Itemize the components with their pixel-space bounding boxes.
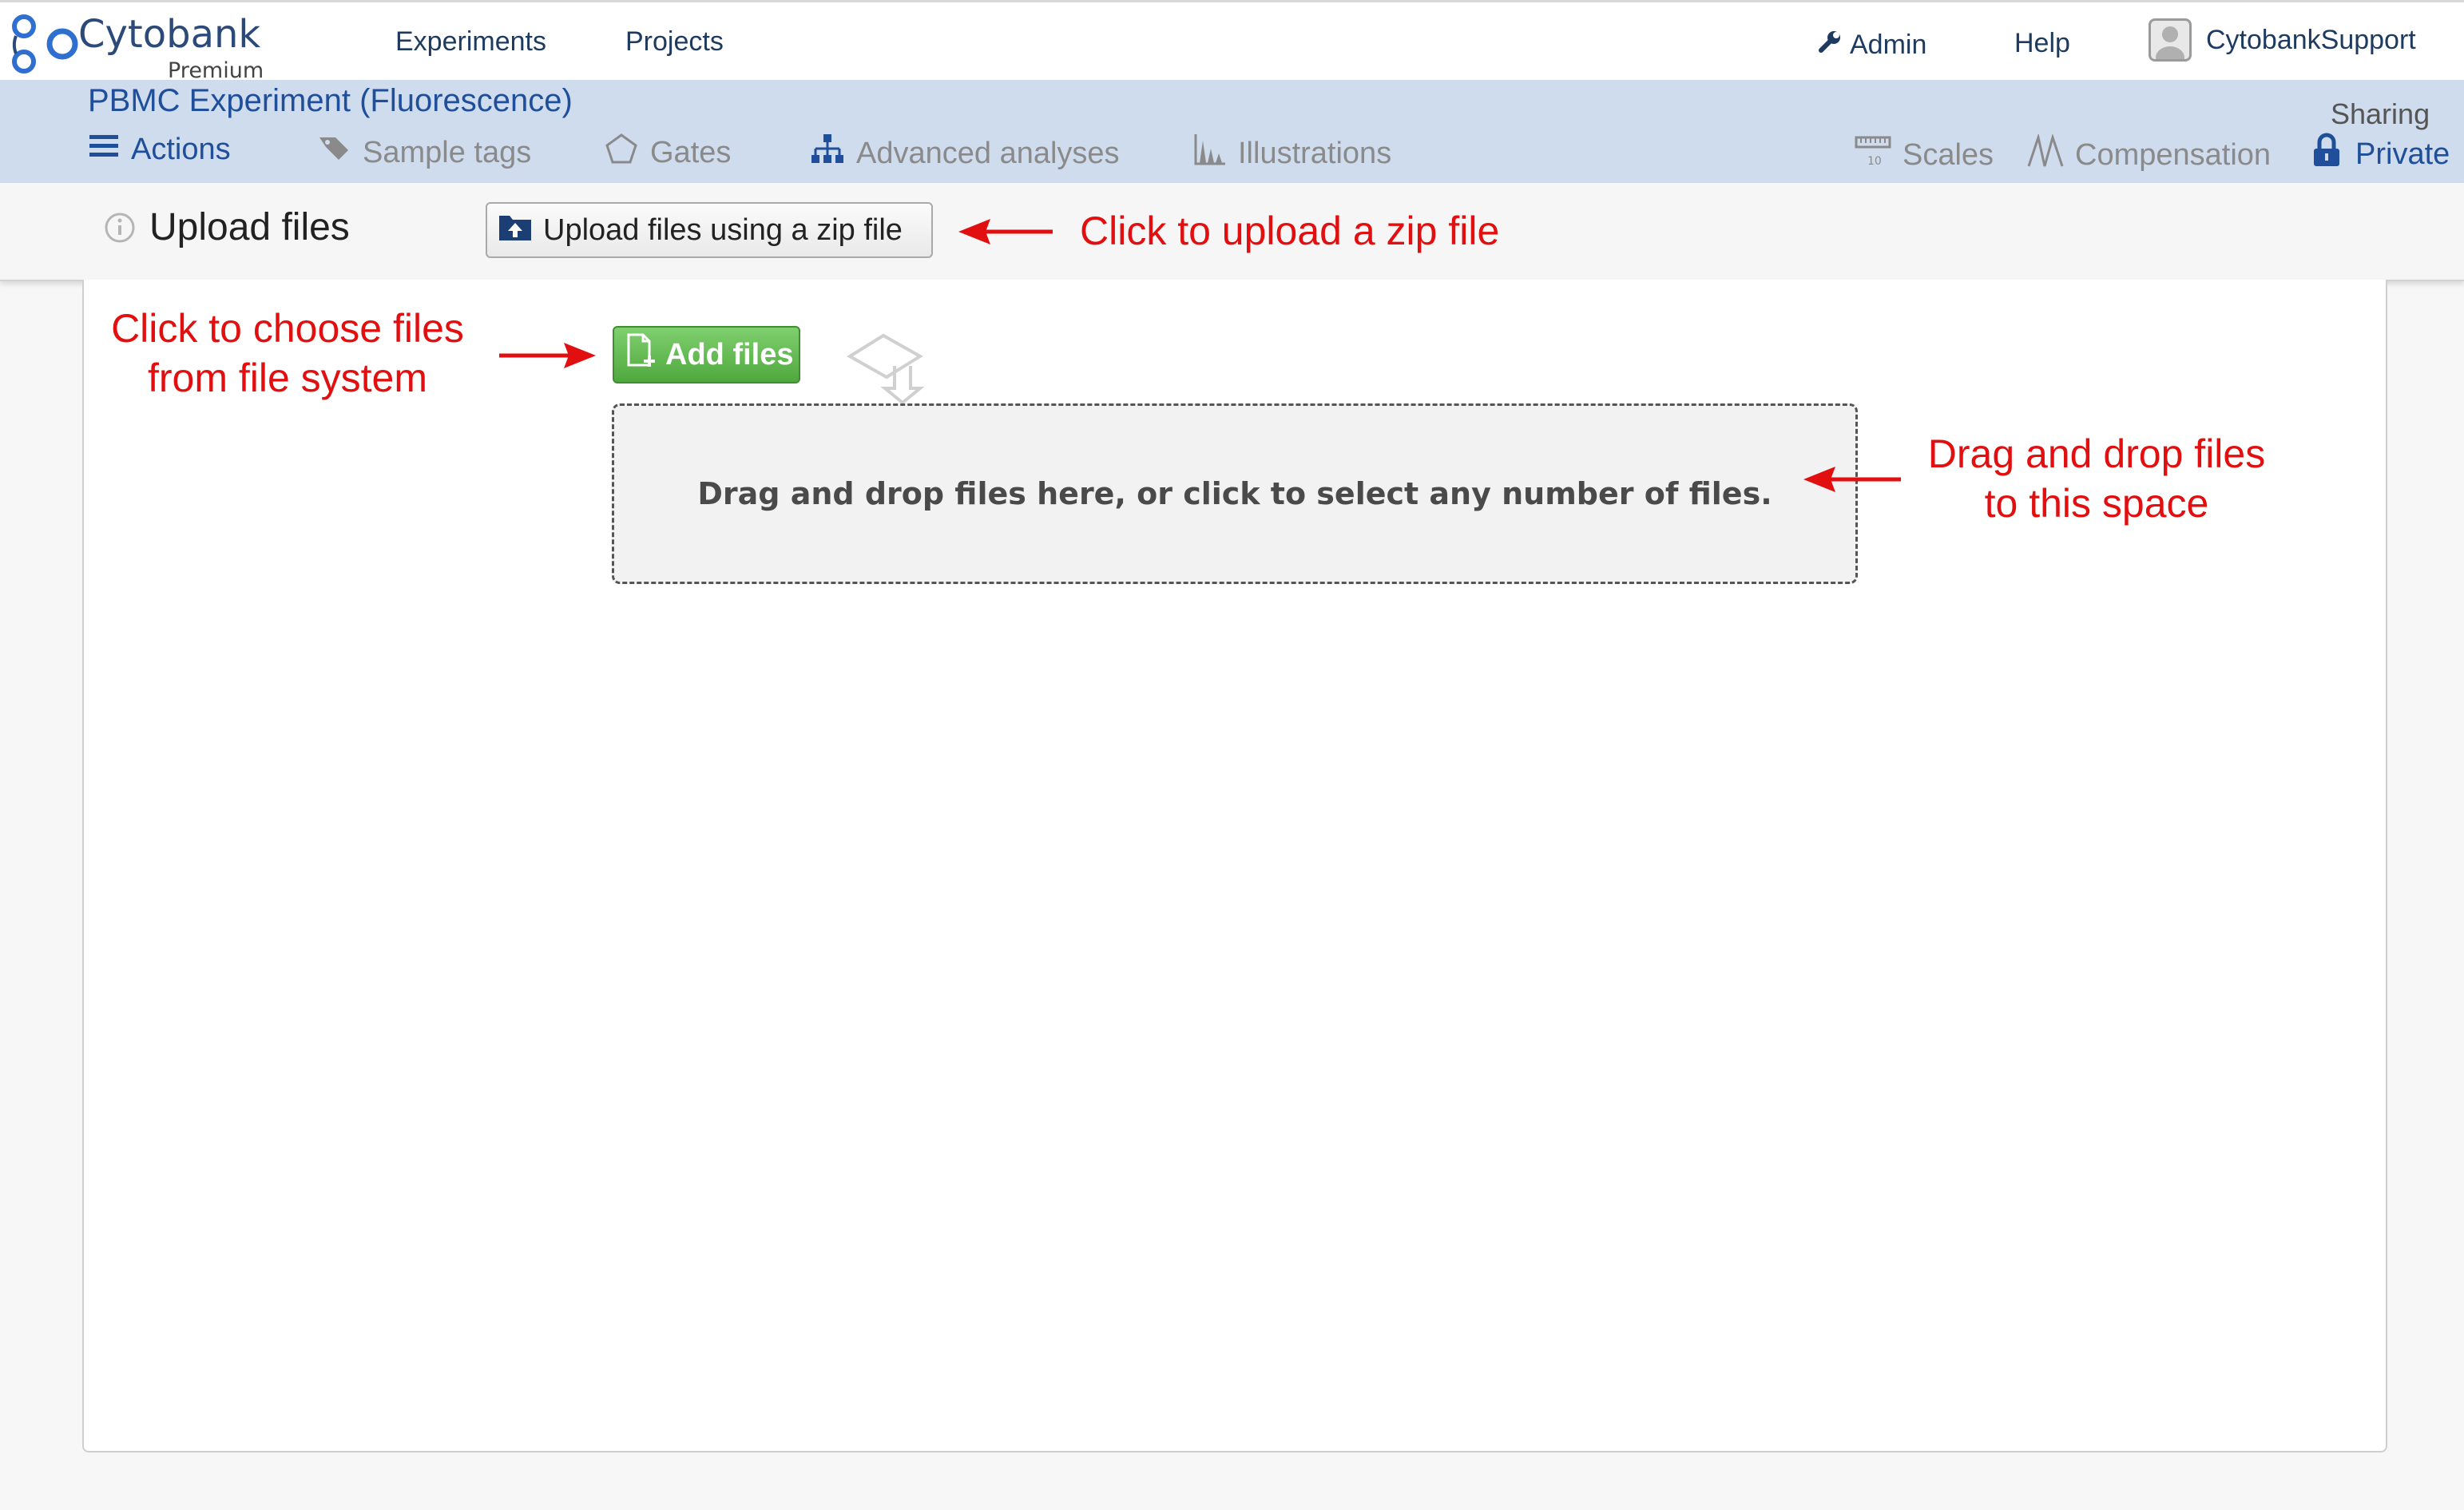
admin-label: Admin (1850, 30, 1927, 60)
histogram-icon (1193, 133, 1227, 174)
upload-zip-button-label: Upload files using a zip file (543, 213, 903, 247)
choose-files-annotation: Click to choose files from file system (88, 304, 487, 403)
tab-compensation[interactable]: Compensation (2027, 133, 2272, 176)
svg-text:10: 10 (1867, 155, 1882, 168)
brand-name: Cytobank (78, 12, 261, 57)
nav-experiments[interactable]: Experiments (395, 26, 546, 58)
admin-link[interactable]: Admin (1816, 28, 1926, 62)
page-title: Upload files (149, 206, 350, 248)
wrench-icon (1816, 28, 1843, 62)
tab-illustrations-label: Illustrations (1238, 136, 1392, 170)
tab-gates-label: Gates (650, 135, 732, 169)
add-files-button-label: Add files (665, 337, 794, 372)
experiment-title[interactable]: PBMC Experiment (Fluorescence) (88, 83, 573, 119)
tab-sample-tags[interactable]: Sample tags (318, 133, 531, 173)
sharing-label: Sharing (2331, 97, 2430, 130)
tab-sample-tags-label: Sample tags (363, 135, 532, 169)
tag-icon (318, 133, 351, 173)
lock-icon (2312, 133, 2341, 176)
add-files-button[interactable]: Add files (613, 326, 800, 383)
tab-actions-label: Actions (131, 133, 231, 166)
avatar (2149, 18, 2192, 62)
tab-illustrations[interactable]: Illustrations (1193, 133, 1391, 174)
help-link[interactable]: Help (2014, 28, 2070, 59)
hierarchy-icon (810, 133, 845, 174)
tab-scales-label: Scales (1903, 137, 1994, 172)
pentagon-gate-icon (604, 133, 639, 173)
dropzone-text: Drag and drop files here, or click to se… (697, 476, 1772, 511)
drag-drop-annotation-line1: Drag and drop files (1927, 431, 2266, 476)
drop-hint-icon (847, 328, 944, 408)
top-bar: Cytobank Premium Experiments Projects Ad… (0, 0, 2464, 83)
compensation-icon (2027, 133, 2064, 176)
tab-advanced-analyses[interactable]: Advanced analyses (810, 133, 1120, 174)
tab-compensation-label: Compensation (2075, 137, 2272, 172)
info-icon[interactable] (104, 212, 136, 248)
nav-projects[interactable]: Projects (625, 26, 724, 58)
file-dropzone[interactable]: Drag and drop files here, or click to se… (612, 403, 1858, 584)
tab-actions[interactable]: Actions (88, 133, 231, 167)
drag-drop-annotation: Drag and drop files to this space (1901, 429, 2292, 528)
experiment-bar: PBMC Experiment (Fluorescence) Actions S… (0, 80, 2464, 183)
tab-advanced-analyses-label: Advanced analyses (856, 136, 1120, 170)
user-name: CytobankSupport (2206, 24, 2416, 55)
user-menu[interactable]: CytobankSupport (2149, 18, 2416, 62)
zip-annotation: Click to upload a zip file (1080, 209, 1500, 253)
add-file-icon (625, 333, 657, 376)
upload-zip-button[interactable]: Upload files using a zip file (486, 202, 933, 258)
tab-gates[interactable]: Gates (604, 133, 731, 173)
choose-files-annotation-line1: Click to choose files (111, 306, 464, 351)
tab-scales[interactable]: 10 Scales (1855, 134, 1994, 176)
cytobank-logo-icon[interactable] (6, 12, 78, 76)
sharing-value: Private (2355, 137, 2450, 171)
scales-icon: 10 (1855, 134, 1891, 176)
menu-icon (88, 133, 120, 167)
folder-upload-icon (498, 211, 532, 249)
sharing-status[interactable]: Private (2312, 133, 2450, 176)
choose-files-annotation-line2: from file system (147, 356, 428, 400)
drag-drop-annotation-line2: to this space (1984, 481, 2209, 526)
